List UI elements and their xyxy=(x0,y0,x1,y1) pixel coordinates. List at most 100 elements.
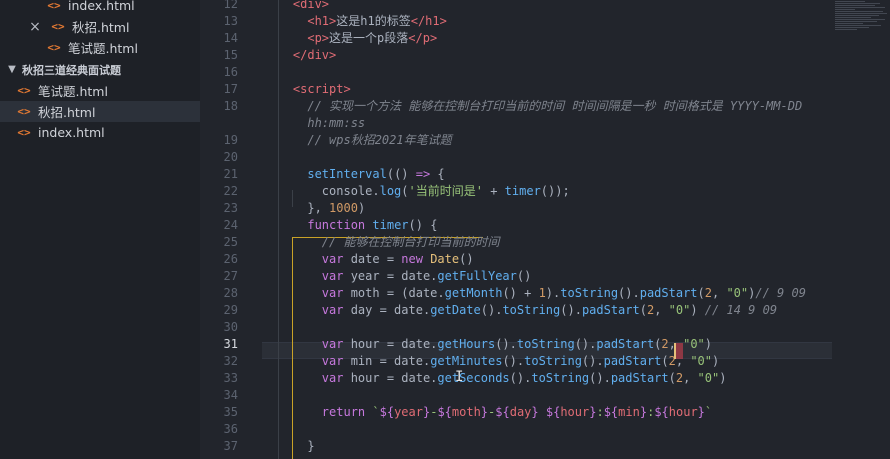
code-token: (). xyxy=(502,354,525,368)
code-line[interactable]: // wps秋招2021年笔试题 xyxy=(264,132,864,149)
code-token: 2 xyxy=(661,337,669,351)
html-file-icon: <> xyxy=(51,20,65,33)
code-token: () xyxy=(516,269,532,283)
code-token: (). xyxy=(560,303,582,317)
code-token: ` xyxy=(704,405,713,419)
line-number: 37 xyxy=(223,439,238,453)
code-token: getDate xyxy=(430,303,481,317)
bracket-match-highlight xyxy=(675,343,683,359)
explorer-item-qiuzhao-html[interactable]: × <> 秋招.html xyxy=(0,16,200,37)
line-number: 18 xyxy=(223,99,238,113)
line-number: 29 xyxy=(223,303,238,317)
code-line[interactable]: setInterval(() => { xyxy=(264,166,864,183)
line-number: 14 xyxy=(223,31,238,45)
code-token: () xyxy=(459,252,474,266)
line-number: 23 xyxy=(223,201,238,215)
code-line[interactable]: <p>这是一个p段落</p> xyxy=(264,30,864,47)
code-line[interactable]: <div> xyxy=(264,0,864,13)
code-token: var xyxy=(321,371,344,385)
code-token: (() xyxy=(386,167,416,181)
code-token: . xyxy=(372,184,380,198)
explorer-item-label: index.html xyxy=(68,0,135,13)
code-token: year = date. xyxy=(343,269,438,283)
code-token: ( xyxy=(401,184,409,198)
line-number: 34 xyxy=(223,388,238,402)
code-token: hour xyxy=(668,405,698,419)
code-token: (). xyxy=(480,303,503,317)
code-token: ${ xyxy=(379,405,395,419)
code-token: ) xyxy=(712,354,720,368)
line-number: 35 xyxy=(223,405,238,419)
code-token: } xyxy=(531,405,539,419)
minimap[interactable] xyxy=(835,0,890,70)
code-token: toString xyxy=(524,354,582,368)
code-line[interactable]: } xyxy=(264,438,864,455)
code-line[interactable]: <h1>这是h1的标签</h1> xyxy=(264,13,864,30)
code-line[interactable]: var date = new Date() xyxy=(264,251,864,268)
code-line[interactable]: var min = date.getMinutes().toString().p… xyxy=(264,353,864,370)
close-icon[interactable]: × xyxy=(28,19,42,35)
code-token: (). xyxy=(618,286,640,300)
code-token: // 实现一个方法 能够在控制台打印当前的时间 时间间隔是一秒 时间格式是 YY… xyxy=(307,99,803,113)
explorer-item-index-html[interactable]: <> index.html xyxy=(0,122,200,143)
code-line[interactable]: var year = date.getFullYear() xyxy=(264,268,864,285)
code-token: getMinutes xyxy=(430,354,503,368)
code-line[interactable]: function timer() { xyxy=(264,217,864,234)
code-line[interactable]: }, 1000) xyxy=(264,200,864,217)
line-number: 31 xyxy=(223,337,238,351)
explorer-item-qiuzhao-html-selected[interactable]: <> 秋招.html xyxy=(0,101,200,122)
code-token: ${ xyxy=(603,405,619,419)
code-token: getHours xyxy=(437,337,496,351)
code-line[interactable]: </div> xyxy=(264,47,864,64)
code-line[interactable]: return `${year}-${moth}-${day} ${hour}:$… xyxy=(264,404,864,421)
html-file-icon: <> xyxy=(17,84,31,97)
code-token: ). xyxy=(545,286,561,300)
code-line[interactable]: // 能够在控制台打印当前的时间 xyxy=(264,234,864,251)
code-token: var xyxy=(321,303,344,317)
code-token: toString xyxy=(531,371,590,385)
code-line[interactable]: var hour = date.getSeconds().toString().… xyxy=(264,370,864,387)
code-token: var xyxy=(321,286,344,300)
code-line[interactable]: var day = date.getDate().toString().padS… xyxy=(264,302,864,319)
line-number: 27 xyxy=(223,269,238,283)
explorer-folder[interactable]: ▼ 秋招三道经典面试题 xyxy=(0,59,200,80)
code-token: <h1> xyxy=(307,14,337,28)
line-number: 13 xyxy=(223,14,238,28)
code-token: ) xyxy=(357,201,366,215)
line-number: 17 xyxy=(223,82,238,96)
code-editor[interactable]: 12 13 14 15 16 17 18 19 20 21 22 23 24 25 26 27 28 29 30 31… xyxy=(200,0,890,459)
code-token: ` xyxy=(365,405,380,419)
code-line[interactable]: var moth = (date.getMonth() + 1).toStrin… xyxy=(264,285,864,302)
explorer-item-index-html[interactable]: <> index.html xyxy=(0,0,200,16)
code-token: timer xyxy=(504,184,541,198)
code-line[interactable]: <script> xyxy=(264,81,864,98)
line-number: 36 xyxy=(223,422,238,436)
code-token: + xyxy=(482,184,505,198)
code-token: 2 xyxy=(675,371,684,385)
code-token: </h1> xyxy=(410,14,447,28)
code-token: min = date. xyxy=(343,354,431,368)
explorer-item-bishiti-html[interactable]: <> 笔试题.html xyxy=(0,80,200,101)
code-token: // wps秋招2021年笔试题 xyxy=(307,133,452,147)
code-token: padStart xyxy=(603,354,662,368)
code-token: return xyxy=(321,405,366,419)
code-token: new xyxy=(401,252,423,266)
code-token: { xyxy=(430,167,445,181)
code-token: padStart xyxy=(581,303,640,317)
code-token: toString xyxy=(502,303,561,317)
code-line[interactable]: console.log('当前时间是' + timer()); xyxy=(264,183,864,200)
explorer-item-bishiti-html[interactable]: <> 笔试题.html xyxy=(0,37,200,58)
code-token: moth = (date. xyxy=(343,286,445,300)
code-line[interactable]: var hour = date.getHours().toString().pa… xyxy=(264,336,864,353)
code-line[interactable]: hh:mm:ss xyxy=(264,115,864,132)
code-line[interactable]: // 实现一个方法 能够在控制台打印当前的时间 时间间隔是一秒 时间格式是 YY… xyxy=(264,98,864,115)
text-cursor xyxy=(674,343,676,359)
